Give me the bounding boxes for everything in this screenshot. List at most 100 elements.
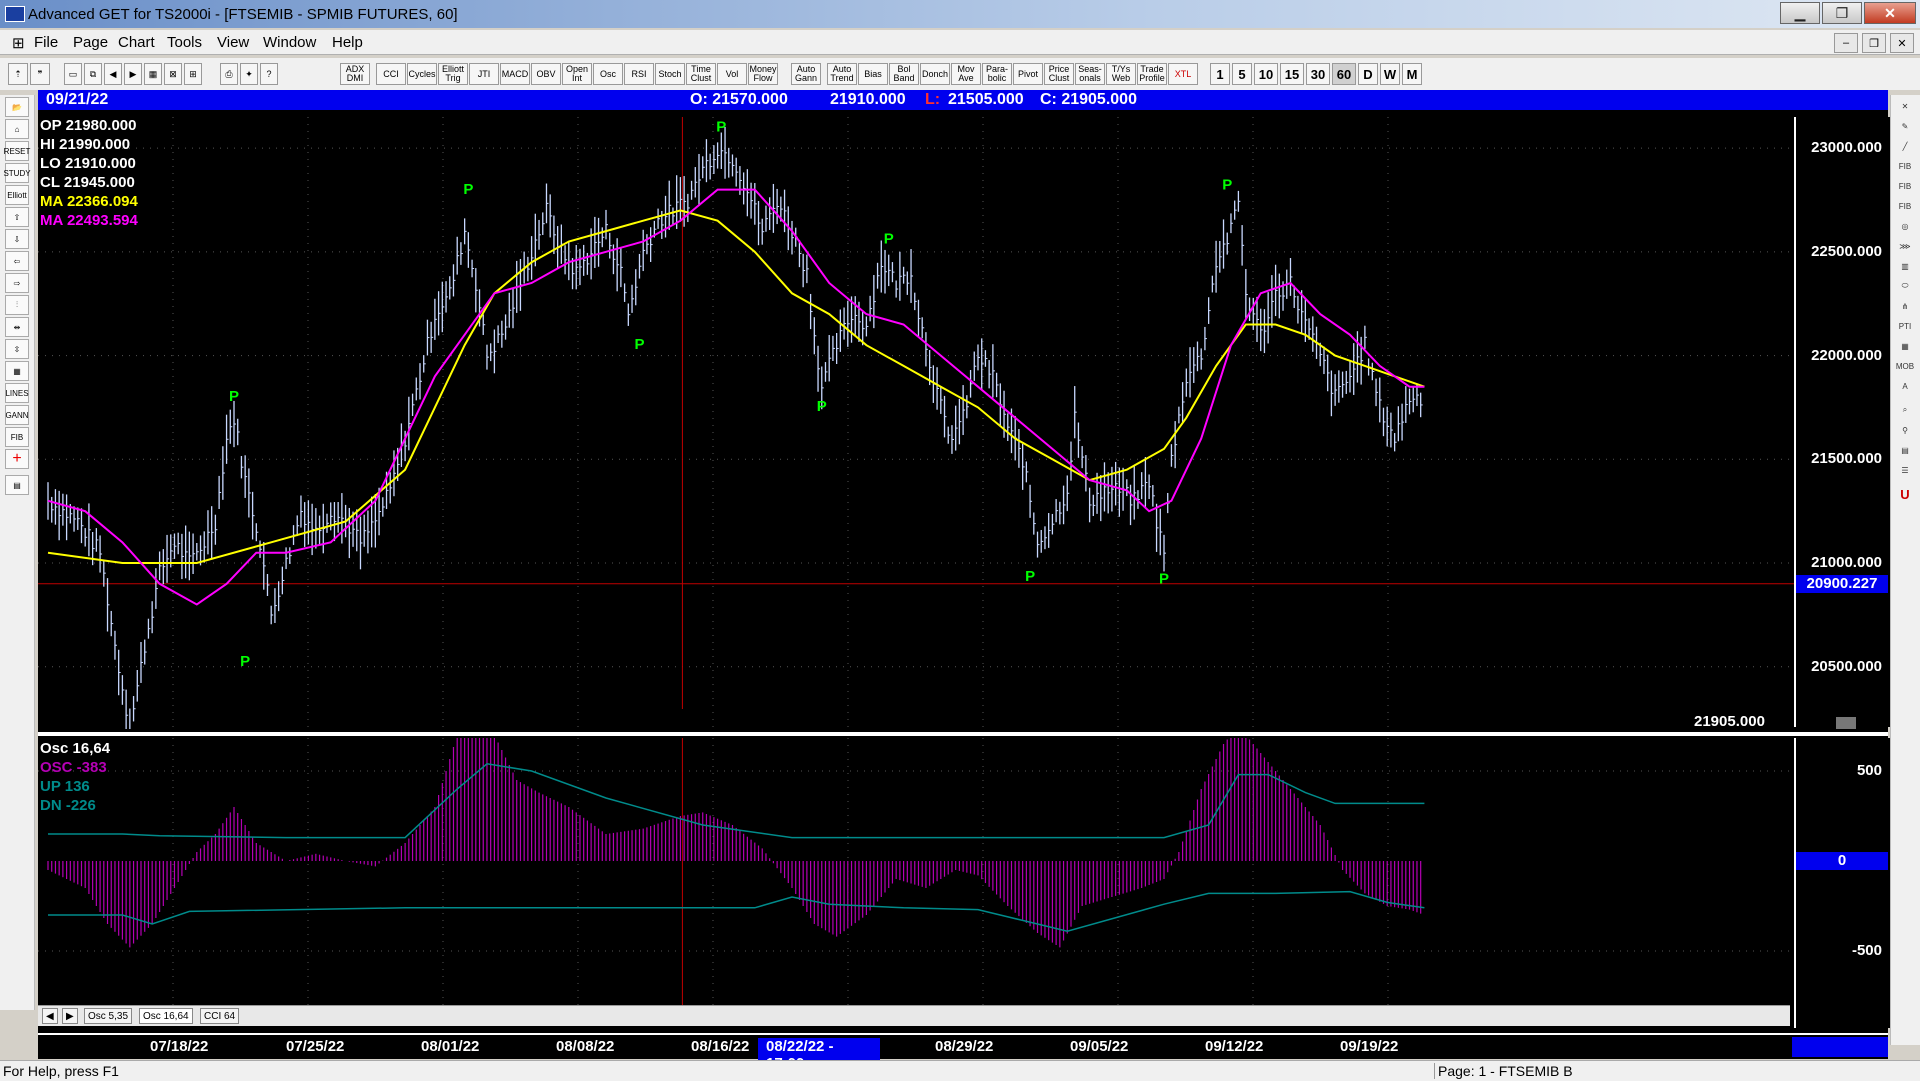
menu-file[interactable]: File bbox=[34, 34, 58, 51]
shapes-icon[interactable]: ⌂ bbox=[5, 119, 29, 139]
scale-icon[interactable] bbox=[1836, 717, 1856, 729]
minimize-button[interactable]: ▁ bbox=[1780, 2, 1820, 24]
grid-tool-icon[interactable]: ▦ bbox=[1894, 337, 1916, 355]
bars-icon[interactable]: ⫶ bbox=[5, 295, 29, 315]
study-button-6[interactable]: OBV bbox=[531, 63, 561, 85]
print-icon[interactable]: ⎙ bbox=[220, 63, 238, 85]
expand-icon[interactable]: ⊞ bbox=[184, 63, 202, 85]
study-button-2[interactable]: Cycles bbox=[407, 63, 437, 85]
menu-help[interactable]: Help bbox=[332, 34, 363, 51]
study-button-20[interactable]: Para-bolic bbox=[982, 63, 1012, 85]
study-button-12[interactable]: Vol bbox=[717, 63, 747, 85]
list-icon[interactable]: ☰ bbox=[1894, 461, 1916, 479]
elliott-button[interactable]: Elliott bbox=[5, 185, 29, 205]
study-button[interactable]: STUDY bbox=[3, 163, 31, 183]
crosshair-icon[interactable]: + bbox=[5, 449, 29, 469]
grid-icon[interactable]: ▦ bbox=[144, 63, 162, 85]
open-icon[interactable]: 📂 bbox=[5, 97, 29, 117]
tab-osc-5-35[interactable]: Osc 5,35 bbox=[84, 1008, 133, 1024]
tab-cci-64[interactable]: CCI 64 bbox=[200, 1008, 240, 1024]
study-button-23[interactable]: Seas-onals bbox=[1075, 63, 1105, 85]
spiral-icon[interactable]: ◎ bbox=[1894, 217, 1916, 235]
ellipse-icon[interactable]: ⬭ bbox=[1894, 277, 1916, 295]
zoom-icon[interactable]: ⌕ bbox=[1894, 401, 1916, 419]
table-icon[interactable]: ▦ bbox=[5, 361, 29, 381]
bulb-icon[interactable]: ✦ bbox=[240, 63, 258, 85]
fib-button[interactable]: FIB bbox=[5, 427, 29, 447]
arrow-right-icon[interactable]: ⇨ bbox=[5, 273, 29, 293]
menu-chart[interactable]: Chart bbox=[118, 34, 155, 51]
tab-scroll-left[interactable]: ◀ bbox=[42, 1008, 58, 1024]
channel-icon[interactable]: ▥ bbox=[1894, 257, 1916, 275]
menu-view[interactable]: View bbox=[217, 34, 249, 51]
close-button[interactable]: ✕ bbox=[1864, 2, 1916, 24]
price-chart[interactable]: P P P P P P P P P P bbox=[38, 117, 1794, 729]
study-button-17[interactable]: Bol Band bbox=[889, 63, 919, 85]
mdi-minimize-button[interactable]: – bbox=[1834, 33, 1858, 53]
mdi-restore-button[interactable]: ❐ bbox=[1862, 33, 1886, 53]
study-button-14[interactable]: Auto Gann bbox=[791, 63, 821, 85]
interval-button-W[interactable]: W bbox=[1380, 63, 1400, 85]
layers-icon[interactable]: ▤ bbox=[1894, 441, 1916, 459]
study-button-26[interactable]: XTL bbox=[1168, 63, 1198, 85]
study-button-22[interactable]: Price Clust bbox=[1044, 63, 1074, 85]
arrow-left-icon[interactable]: ⇦ bbox=[5, 251, 29, 271]
mob-icon[interactable]: MOB bbox=[1894, 357, 1916, 375]
back-icon[interactable]: ◀ bbox=[104, 63, 122, 85]
oscillator-chart[interactable] bbox=[38, 738, 1794, 1006]
study-button-15[interactable]: Auto Trend bbox=[827, 63, 857, 85]
menu-window[interactable]: Window bbox=[263, 34, 316, 51]
study-button-4[interactable]: JTI bbox=[469, 63, 499, 85]
arrow-up-icon[interactable]: ⇧ bbox=[5, 207, 29, 227]
maximize-button[interactable]: ❐ bbox=[1822, 2, 1862, 24]
lines-button[interactable]: LINES bbox=[5, 383, 29, 403]
forward-icon[interactable]: ▶ bbox=[124, 63, 142, 85]
study-button-11[interactable]: Time Clust bbox=[686, 63, 716, 85]
quote-icon[interactable]: ❞ bbox=[30, 63, 50, 85]
tab-osc-16-64[interactable]: Osc 16,64 bbox=[139, 1008, 193, 1024]
interval-button-15[interactable]: 15 bbox=[1280, 63, 1304, 85]
study-button-24[interactable]: T/Ys Web bbox=[1106, 63, 1136, 85]
pencil-icon[interactable]: ✎ bbox=[1894, 117, 1916, 135]
pin-icon[interactable]: ⚲ bbox=[1894, 421, 1916, 439]
interval-button-5[interactable]: 5 bbox=[1232, 63, 1252, 85]
study-button-16[interactable]: Bias bbox=[858, 63, 888, 85]
pitchfork-icon[interactable]: ⋔ bbox=[1894, 297, 1916, 315]
help-icon[interactable]: ? bbox=[260, 63, 278, 85]
copy-icon[interactable]: ⧉ bbox=[84, 63, 102, 85]
study-button-5[interactable]: MACD bbox=[500, 63, 530, 85]
study-button-21[interactable]: Pivot bbox=[1013, 63, 1043, 85]
interval-button-D[interactable]: D bbox=[1358, 63, 1378, 85]
interval-button-30[interactable]: 30 bbox=[1306, 63, 1330, 85]
study-button-8[interactable]: Osc bbox=[593, 63, 623, 85]
study-button-1[interactable]: CCI bbox=[376, 63, 406, 85]
mdi-close-button[interactable]: ✕ bbox=[1890, 33, 1914, 53]
interval-button-60[interactable]: 60 bbox=[1332, 63, 1356, 85]
study-button-10[interactable]: Stoch bbox=[655, 63, 685, 85]
new-icon[interactable]: ▭ bbox=[64, 63, 82, 85]
interval-button-10[interactable]: 10 bbox=[1254, 63, 1278, 85]
study-button-9[interactable]: RSI bbox=[624, 63, 654, 85]
pti-icon[interactable]: PTI bbox=[1894, 317, 1916, 335]
line-tool-icon[interactable]: ╱ bbox=[1894, 137, 1916, 155]
menu-tools[interactable]: Tools bbox=[167, 34, 202, 51]
study-button-13[interactable]: Money Flow bbox=[748, 63, 778, 85]
pane-divider[interactable] bbox=[38, 732, 1888, 736]
study-button-19[interactable]: Mov Ave bbox=[951, 63, 981, 85]
undo-icon[interactable]: U bbox=[1894, 485, 1916, 503]
compress-icon[interactable]: ⊠ bbox=[164, 63, 182, 85]
pointer-icon[interactable]: ⇡ bbox=[8, 63, 28, 85]
text-tool-icon[interactable]: A bbox=[1894, 377, 1916, 395]
menu-page[interactable]: Page bbox=[73, 34, 108, 51]
zoom-vert-icon[interactable]: ⇳ bbox=[5, 339, 29, 359]
reset-button[interactable]: RESET bbox=[4, 141, 30, 161]
fan-icon[interactable]: ⋙ bbox=[1894, 237, 1916, 255]
tab-scroll-right[interactable]: ▶ bbox=[62, 1008, 78, 1024]
time-scroll-area[interactable] bbox=[1792, 1037, 1888, 1057]
study-button-0[interactable]: ADX DMI bbox=[340, 63, 370, 85]
gann-button[interactable]: GANN bbox=[5, 405, 29, 425]
cross-tool-icon[interactable]: ✕ bbox=[1894, 97, 1916, 115]
fib-ext-icon[interactable]: FIB bbox=[1894, 177, 1916, 195]
arrow-down-icon[interactable]: ⇩ bbox=[5, 229, 29, 249]
fib-ret-icon[interactable]: FIB bbox=[1894, 157, 1916, 175]
